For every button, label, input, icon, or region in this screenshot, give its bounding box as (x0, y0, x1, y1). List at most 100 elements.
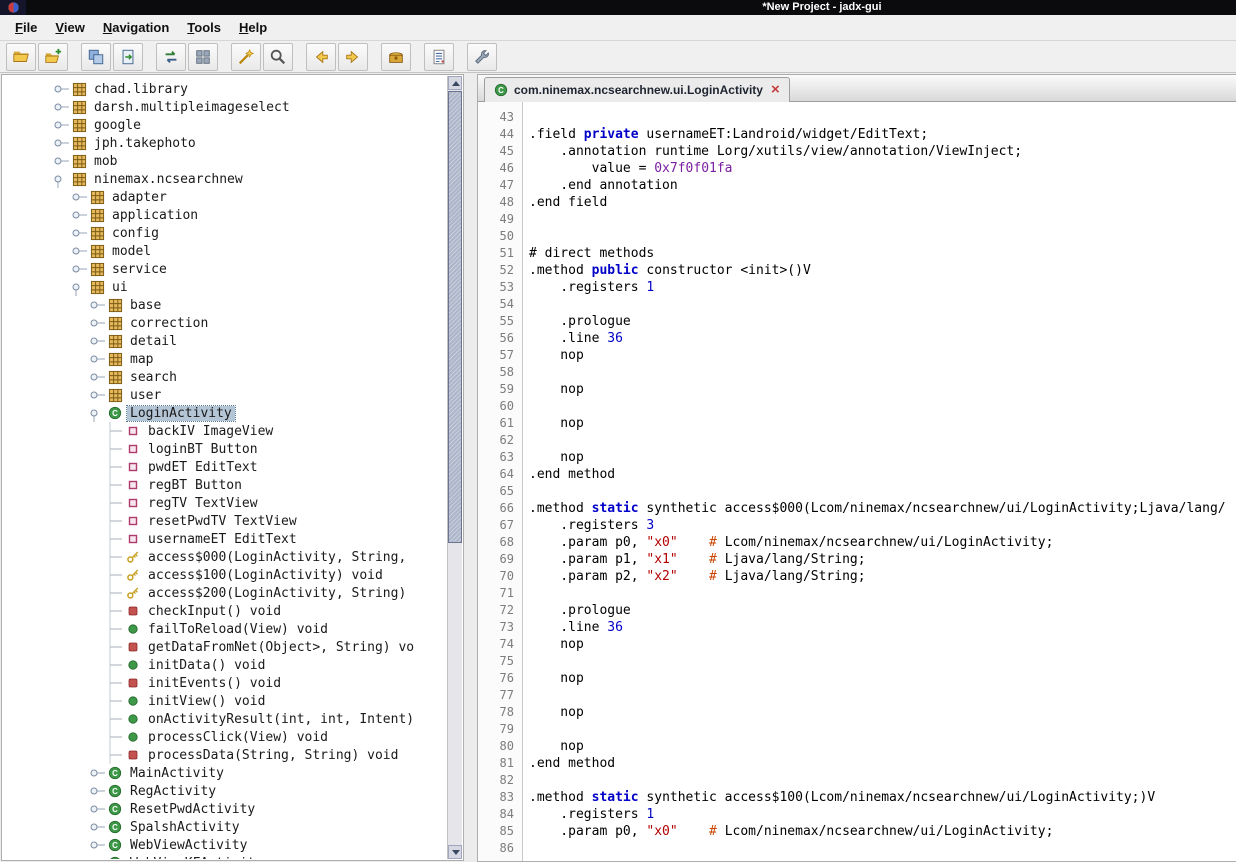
tree-item-mob[interactable]: mob (3, 152, 448, 170)
tree-item-backiv-imageview[interactable]: backIV ImageView (3, 422, 448, 440)
tree-item-resetpwdtv-textview[interactable]: resetPwdTV TextView (3, 512, 448, 530)
nav-forward-button[interactable] (338, 43, 368, 71)
expand-handle-icon[interactable] (71, 188, 87, 206)
code-text (522, 772, 529, 789)
tab-close-icon[interactable]: × (771, 84, 780, 96)
tab-loginactivity[interactable]: C com.ninemax.ncsearchnew.ui.LoginActivi… (484, 77, 790, 102)
collapse-handle-icon[interactable] (89, 404, 105, 422)
expand-handle-icon[interactable] (71, 242, 87, 260)
tree-item-failtoreload-view-void[interactable]: failToReload(View) void (3, 620, 448, 638)
tree-item-access$000-loginactivity-string[interactable]: access$000(LoginActivity, String, (3, 548, 448, 566)
tree-item-base[interactable]: base (3, 296, 448, 314)
tree-item-spalshactivity[interactable]: CSpalshActivity (3, 818, 448, 836)
window-titlebar[interactable]: *New Project - jadx-gui (0, 0, 1236, 15)
expand-handle-icon[interactable] (89, 800, 105, 818)
expand-handle-icon[interactable] (89, 854, 105, 859)
tree-item-ninemax-ncsearchnew[interactable]: ninemax.ncsearchnew (3, 170, 448, 188)
tree-item-label: darsh.multipleimageselect (91, 100, 293, 115)
tree-item-search[interactable]: search (3, 368, 448, 386)
scroll-down-icon[interactable] (448, 845, 462, 859)
expand-handle-icon[interactable] (89, 368, 105, 386)
save-all-button[interactable] (81, 43, 111, 71)
tree-item-darsh-multipleimageselect[interactable]: darsh.multipleimageselect (3, 98, 448, 116)
deobfuscation-button[interactable] (231, 43, 261, 71)
tree-item-model[interactable]: model (3, 242, 448, 260)
tree-scrollbar[interactable] (447, 76, 462, 859)
tree-item-jph-takephoto[interactable]: jph.takephoto (3, 134, 448, 152)
expand-handle-icon[interactable] (89, 782, 105, 800)
log-viewer-button[interactable] (424, 43, 454, 71)
tree-item-getdatafromnet-object-string-vo[interactable]: getDataFromNet(Object>, String) vo (3, 638, 448, 656)
tree-item-pwdet-edittext[interactable]: pwdET EditText (3, 458, 448, 476)
tree-item-initevents-void[interactable]: initEvents() void (3, 674, 448, 692)
open-file-button[interactable] (6, 43, 36, 71)
tree-item-processdata-string-string-void[interactable]: processData(String, String) void (3, 746, 448, 764)
expand-handle-icon[interactable] (53, 152, 69, 170)
nav-back-button[interactable] (306, 43, 336, 71)
expand-handle-icon[interactable] (89, 386, 105, 404)
tree-item-ui[interactable]: ui (3, 278, 448, 296)
expand-handle-icon[interactable] (53, 116, 69, 134)
reload-button[interactable] (156, 43, 186, 71)
tree-item-webviewactivity[interactable]: CWebViewActivity (3, 836, 448, 854)
menu-tools[interactable]: Tools (178, 17, 230, 38)
expand-handle-icon[interactable] (89, 332, 105, 350)
tree-item-checkinput-void[interactable]: checkInput() void (3, 602, 448, 620)
tree-item-access$200-loginactivity-string[interactable]: access$200(LoginActivity, String) (3, 584, 448, 602)
tree-item-onactivityresult-int-int-intent[interactable]: onActivityResult(int, int, Intent) (3, 710, 448, 728)
code-text (522, 653, 529, 670)
app-logo-icon[interactable] (0, 0, 26, 15)
flatten-packages-button[interactable] (188, 43, 218, 71)
expand-handle-icon[interactable] (71, 260, 87, 278)
scroll-up-icon[interactable] (448, 76, 462, 90)
code-editor[interactable]: 4344.field private usernameET:Landroid/w… (478, 102, 1236, 861)
tree-item-access$100-loginactivity-void[interactable]: access$100(LoginActivity) void (3, 566, 448, 584)
collapse-handle-icon[interactable] (71, 278, 87, 296)
tree-item-webviewkfactivity[interactable]: CWebViewKFActivity (3, 854, 448, 859)
tree-item-correction[interactable]: correction (3, 314, 448, 332)
tree-item-google[interactable]: google (3, 116, 448, 134)
search-button[interactable] (263, 43, 293, 71)
expand-handle-icon[interactable] (89, 314, 105, 332)
tree-item-user[interactable]: user (3, 386, 448, 404)
expand-handle-icon[interactable] (71, 206, 87, 224)
add-files-button[interactable] (38, 43, 68, 71)
menu-help[interactable]: Help (230, 17, 276, 38)
menu-navigation[interactable]: Navigation (94, 17, 178, 38)
tree-item-regtv-textview[interactable]: regTV TextView (3, 494, 448, 512)
tree-item-chad-library[interactable]: chad.library (3, 80, 448, 98)
tree-item-application[interactable]: application (3, 206, 448, 224)
tree-item-adapter[interactable]: adapter (3, 188, 448, 206)
expand-handle-icon[interactable] (89, 350, 105, 368)
tree-item-loginbt-button[interactable]: loginBT Button (3, 440, 448, 458)
expand-handle-icon[interactable] (53, 80, 69, 98)
tree-item-initdata-void[interactable]: initData() void (3, 656, 448, 674)
scrollbar-thumb[interactable] (448, 91, 462, 543)
tree-item-config[interactable]: config (3, 224, 448, 242)
panel-splitter[interactable] (464, 74, 477, 862)
tree-item-regbt-button[interactable]: regBT Button (3, 476, 448, 494)
tree-item-service[interactable]: service (3, 260, 448, 278)
expand-handle-icon[interactable] (89, 296, 105, 314)
tree-item-mainactivity[interactable]: CMainActivity (3, 764, 448, 782)
tree-item-detail[interactable]: detail (3, 332, 448, 350)
tree-item-initview-void[interactable]: initView() void (3, 692, 448, 710)
expand-handle-icon[interactable] (53, 134, 69, 152)
export-button[interactable] (113, 43, 143, 71)
expand-handle-icon[interactable] (89, 764, 105, 782)
expand-handle-icon[interactable] (89, 818, 105, 836)
tree-item-loginactivity[interactable]: CLoginActivity (3, 404, 448, 422)
expand-handle-icon[interactable] (71, 224, 87, 242)
tree-item-usernameet-edittext[interactable]: usernameET EditText (3, 530, 448, 548)
menu-file[interactable]: File (6, 17, 46, 38)
archive-box-button[interactable] (381, 43, 411, 71)
menu-view[interactable]: View (46, 17, 93, 38)
expand-handle-icon[interactable] (89, 836, 105, 854)
tree-item-processclick-view-void[interactable]: processClick(View) void (3, 728, 448, 746)
tree-item-map[interactable]: map (3, 350, 448, 368)
tree-item-resetpwdactivity[interactable]: CResetPwdActivity (3, 800, 448, 818)
collapse-handle-icon[interactable] (53, 170, 69, 188)
expand-handle-icon[interactable] (53, 98, 69, 116)
settings-button[interactable] (467, 43, 497, 71)
tree-item-regactivity[interactable]: CRegActivity (3, 782, 448, 800)
